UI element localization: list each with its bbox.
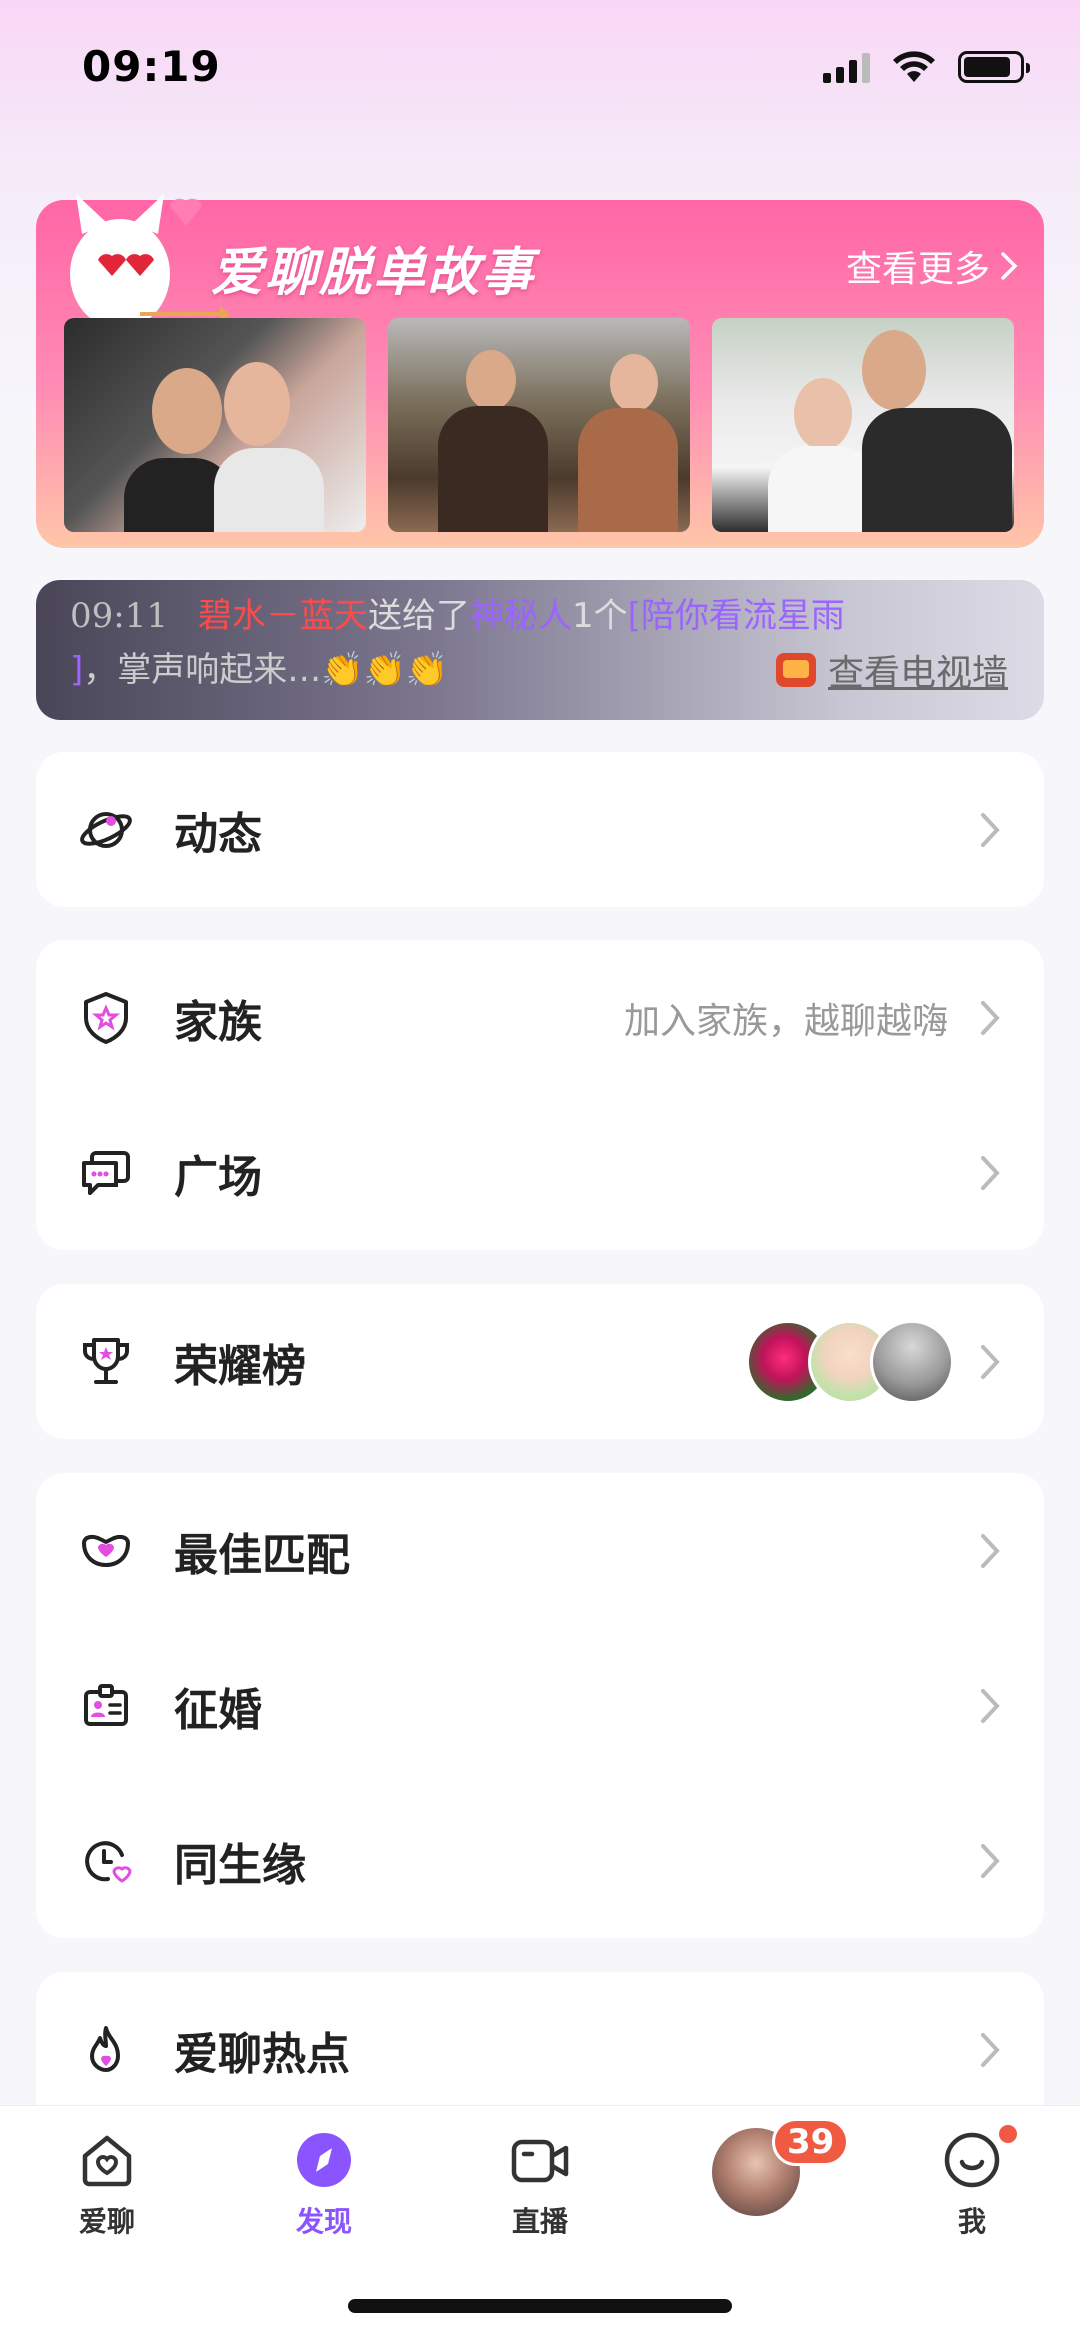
tab-chat[interactable]: 爱聊: [37, 2128, 177, 2240]
menu-item-family[interactable]: 家族 加入家族，越聊越嗨: [36, 940, 1044, 1095]
chevron-right-icon: [981, 1000, 1000, 1035]
wifi-icon: [893, 51, 935, 82]
ticker-receiver: 神秘人: [469, 596, 572, 636]
ticker-action: 送给了: [367, 596, 470, 636]
menu-item-label: 荣耀榜: [174, 1340, 306, 1392]
chevron-right-icon: [1001, 252, 1018, 280]
moments-card: 动态: [36, 752, 1044, 907]
story-photo[interactable]: [64, 318, 366, 532]
menu-item-square[interactable]: 广场: [36, 1095, 1044, 1250]
ticker-message: ，掌声响起来…👏👏👏: [83, 650, 449, 690]
tv-wall-link[interactable]: 查看电视墙: [775, 644, 1008, 696]
home-indicator[interactable]: [348, 2299, 732, 2313]
avatar: [870, 1319, 954, 1404]
ticker-sender: 碧水－蓝天: [197, 596, 368, 636]
menu-item-label: 广场: [174, 1151, 262, 1203]
video-camera-icon: [511, 2139, 569, 2183]
menu-item-moments[interactable]: 动态: [36, 752, 1044, 907]
tab-discover[interactable]: 发现: [254, 2128, 394, 2240]
menu-item-best-match[interactable]: 最佳匹配: [36, 1473, 1044, 1628]
tab-label: 发现: [295, 2205, 352, 2238]
honor-avatars: [746, 1319, 954, 1404]
menu-item-label: 征婚: [174, 1684, 262, 1736]
ticker-line-1: 09:11 碧水－蓝天送给了神秘人1个[陪你看流星雨: [70, 588, 845, 637]
community-card: 家族 加入家族，越聊越嗨 广场: [36, 940, 1044, 1250]
ticker-line-2: ]，掌声响起来…👏👏👏: [70, 642, 448, 691]
menu-item-marriage[interactable]: 征婚: [36, 1628, 1044, 1783]
ticker-time: 09:11: [70, 596, 168, 636]
menu-item-label: 动态: [174, 808, 262, 860]
view-more-label: 查看更多: [845, 249, 990, 290]
chat-bubbles-icon: [82, 1150, 130, 1195]
status-bar: 09:19: [0, 0, 1080, 130]
trophy-icon: [83, 1337, 129, 1384]
cupid-cat-mascot-icon: [70, 194, 230, 329]
planet-icon: [80, 811, 132, 848]
status-time: 09:19: [82, 42, 221, 91]
menu-item-label: 同生缘: [174, 1839, 306, 1891]
view-more-link[interactable]: 查看更多: [846, 240, 1018, 292]
tab-label: 直播: [511, 2205, 568, 2238]
id-card-icon: [84, 1683, 128, 1726]
honor-card: 荣耀榜: [36, 1284, 1044, 1439]
unread-count-badge: 39: [772, 2118, 850, 2166]
flame-icon: [90, 2025, 120, 2072]
tv-wall-label: 查看电视墙: [827, 653, 1008, 694]
ticker-gift-name: [陪你看流星雨: [627, 596, 845, 636]
shield-icon: [84, 991, 128, 1044]
love-story-banner[interactable]: 爱聊脱单故事 查看更多: [36, 194, 1044, 548]
chevron-right-icon: [981, 812, 1000, 847]
menu-item-honor[interactable]: 荣耀榜: [36, 1284, 1044, 1439]
clock-heart-icon: [85, 1840, 132, 1883]
cellular-signal-icon: [823, 51, 870, 83]
chevron-right-icon: [981, 1533, 1000, 1568]
story-photo[interactable]: [712, 318, 1014, 532]
menu-item-label: 爱聊热点: [174, 2028, 350, 2080]
notification-dot: [996, 2122, 1020, 2146]
story-banner-title: 爱聊脱单故事: [211, 243, 536, 303]
menu-item-label: 最佳匹配: [174, 1529, 350, 1581]
tab-live[interactable]: 直播: [470, 2128, 610, 2240]
battery-icon: [958, 51, 1030, 83]
hot-topics-card: 爱聊热点: [36, 1972, 1044, 2127]
ticker-gift-close: ]: [70, 650, 84, 690]
chevron-right-icon: [981, 1344, 1000, 1379]
chevron-right-icon: [981, 1843, 1000, 1878]
status-icons: [823, 50, 1030, 84]
gift-ticker-banner[interactable]: 09:11 碧水－蓝天送给了神秘人1个[陪你看流星雨 ]，掌声响起来…👏👏👏 查看…: [36, 580, 1044, 720]
story-photo[interactable]: [388, 318, 690, 532]
matching-card: 最佳匹配 征婚 同生缘: [36, 1473, 1044, 1938]
compass-icon: [297, 2133, 351, 2187]
ticker-gift-count: 1个: [571, 596, 628, 636]
smiley-icon: [944, 2132, 1000, 2188]
menu-item-hot[interactable]: 爱聊热点: [36, 1972, 1044, 2127]
menu-item-same-birth[interactable]: 同生缘: [36, 1783, 1044, 1938]
chevron-right-icon: [981, 2032, 1000, 2067]
chevron-right-icon: [981, 1688, 1000, 1723]
tv-icon: [775, 653, 816, 687]
chevron-right-icon: [981, 1155, 1000, 1190]
tab-label: 我: [957, 2205, 986, 2238]
menu-item-subtitle: 加入家族，越聊越嗨: [623, 1000, 948, 1042]
heart-mask-icon: [82, 1534, 130, 1567]
menu-item-label: 家族: [174, 996, 262, 1048]
tab-label: 爱聊: [78, 2205, 135, 2238]
home-heart-icon: [82, 2135, 132, 2187]
tab-me[interactable]: 我: [902, 2128, 1042, 2240]
story-photos: [64, 318, 1014, 532]
